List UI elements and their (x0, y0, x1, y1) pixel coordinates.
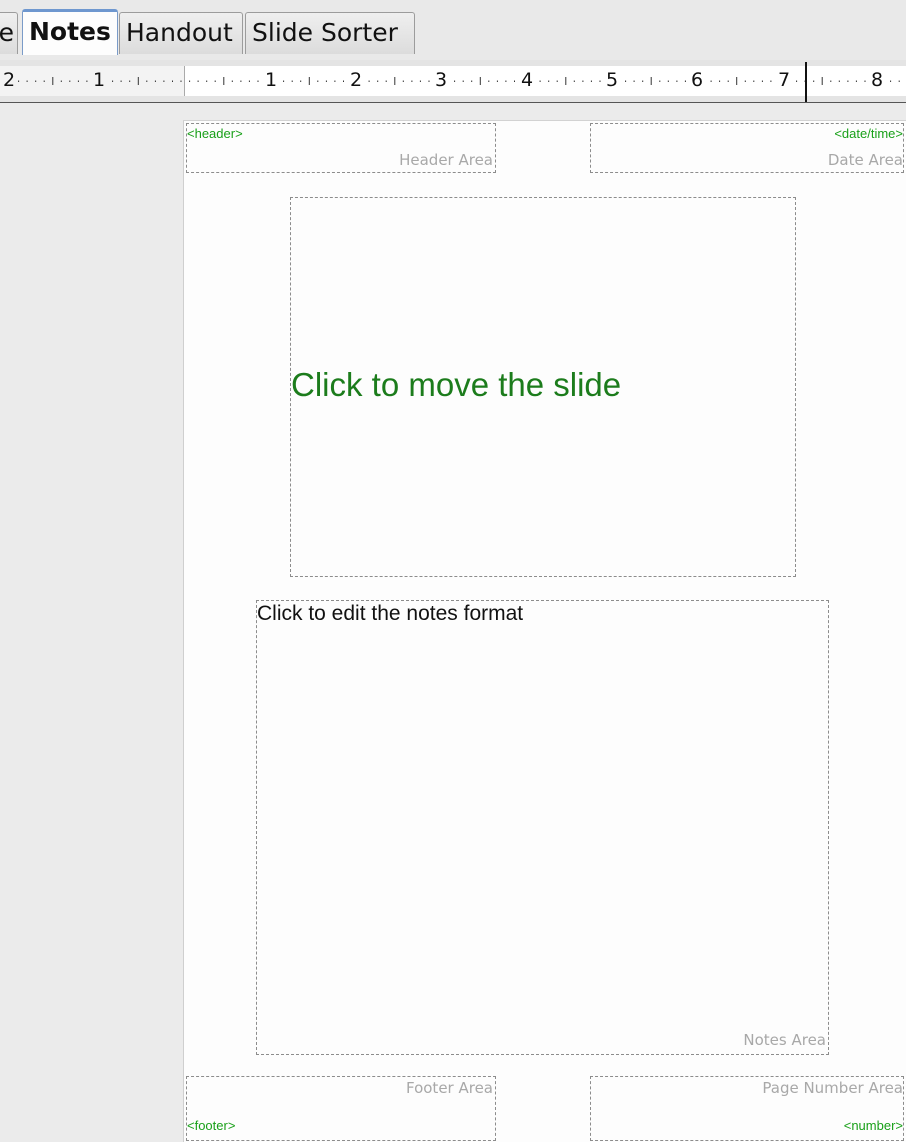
ruler-label-6: 6 (690, 69, 705, 91)
tab-slide-partial[interactable]: e (0, 12, 18, 54)
date-field: <date/time> (834, 126, 903, 141)
header-field: <header> (187, 126, 243, 141)
date-area-label: Date Area (827, 151, 903, 169)
horizontal-ruler[interactable]: 2 1 1 2 3 4 5 6 7 8 (0, 60, 906, 103)
ruler-label-4: 4 (520, 69, 535, 91)
ruler-label-5: 5 (605, 69, 620, 91)
tab-handout[interactable]: Handout (119, 12, 243, 54)
ruler-position-marker (805, 62, 807, 102)
date-area[interactable]: <date/time> Date Area (590, 123, 904, 173)
notes-placeholder-text: Click to edit the notes format (257, 602, 524, 625)
notes-master-page[interactable]: <header> Header Area <date/time> Date Ar… (184, 121, 906, 1142)
ruler-label-2: 2 (349, 69, 364, 91)
tab-notes[interactable]: Notes (22, 9, 118, 55)
header-area[interactable]: <header> Header Area (186, 123, 496, 173)
editing-workspace: <header> Header Area <date/time> Date Ar… (0, 103, 906, 1142)
page-number-area[interactable]: Page Number Area <number> (590, 1076, 904, 1141)
page-number-field: <number> (843, 1118, 903, 1133)
ruler-label-7: 7 (777, 69, 792, 91)
page-number-area-label: Page Number Area (762, 1079, 903, 1097)
footer-area[interactable]: Footer Area <footer> (186, 1076, 496, 1141)
notes-area[interactable]: Click to edit the notes format Notes Are… (256, 600, 829, 1055)
footer-field: <footer> (187, 1118, 236, 1133)
slide-placeholder-text: Click to move the slide (291, 366, 622, 403)
ruler-label-3: 3 (434, 69, 449, 91)
tab-slide-sorter[interactable]: Slide Sorter (245, 12, 415, 54)
ruler-label-8: 8 (870, 69, 885, 91)
header-area-label: Header Area (399, 151, 493, 169)
notes-area-label: Notes Area (743, 1031, 826, 1049)
footer-area-label: Footer Area (405, 1079, 493, 1097)
view-tab-bar: e Notes Handout Slide Sorter (0, 0, 906, 60)
slide-area[interactable]: Click to move the slide (290, 197, 796, 577)
ruler-label-left-2: 2 (2, 69, 17, 91)
ruler-label-1: 1 (264, 69, 279, 91)
ruler-label-left-1: 1 (92, 69, 107, 91)
ruler-ticks (9, 77, 900, 85)
